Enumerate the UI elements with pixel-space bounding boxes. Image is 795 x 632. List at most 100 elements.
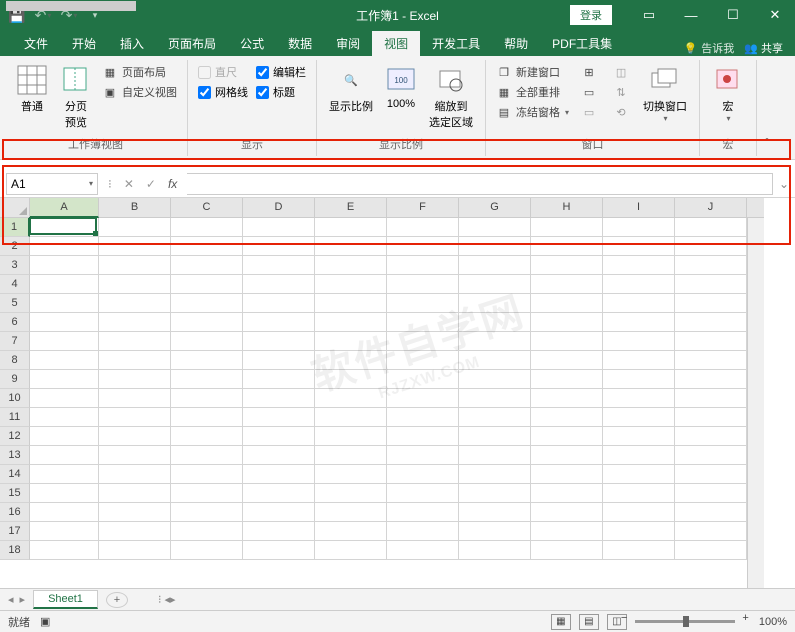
cell[interactable] (387, 294, 459, 313)
cell[interactable] (459, 503, 531, 522)
cell[interactable] (99, 503, 171, 522)
cell[interactable] (603, 332, 675, 351)
cell[interactable] (675, 427, 747, 446)
row-header[interactable]: 2 (0, 237, 30, 256)
cell[interactable] (459, 427, 531, 446)
cell[interactable] (99, 541, 171, 560)
cell[interactable] (30, 408, 99, 427)
col-header[interactable]: H (531, 198, 603, 218)
cell[interactable] (603, 370, 675, 389)
cell[interactable] (30, 294, 99, 313)
cell[interactable] (315, 313, 387, 332)
cell[interactable] (603, 313, 675, 332)
col-header[interactable]: I (603, 198, 675, 218)
cell[interactable] (243, 484, 315, 503)
cell[interactable] (243, 351, 315, 370)
col-header[interactable]: D (243, 198, 315, 218)
cell[interactable] (315, 541, 387, 560)
minimize-icon[interactable]: — (671, 0, 711, 30)
vertical-scrollbar[interactable] (747, 218, 764, 588)
cell[interactable] (603, 351, 675, 370)
tab-page-layout[interactable]: 页面布局 (156, 31, 228, 56)
cell[interactable] (315, 294, 387, 313)
view-page-icon[interactable]: ▤ (579, 614, 599, 630)
cell[interactable] (99, 351, 171, 370)
custom-view-button[interactable]: ▣自定义视图 (98, 82, 181, 102)
split-button[interactable]: ⊞ (577, 62, 601, 82)
cell[interactable] (459, 332, 531, 351)
zoom-selection-button[interactable]: 缩放到 选定区域 (423, 62, 479, 132)
cell[interactable] (243, 256, 315, 275)
cell[interactable] (243, 389, 315, 408)
tab-help[interactable]: 帮助 (492, 31, 540, 56)
cell[interactable] (531, 294, 603, 313)
cell[interactable] (603, 541, 675, 560)
ribbon-display-icon[interactable]: ▭ (629, 0, 669, 30)
name-box[interactable]: A1▾ (6, 173, 98, 195)
cell[interactable] (171, 408, 243, 427)
col-header[interactable]: A (30, 198, 99, 218)
cell[interactable] (99, 313, 171, 332)
col-header[interactable]: C (171, 198, 243, 218)
cell[interactable] (171, 465, 243, 484)
cell[interactable] (171, 294, 243, 313)
login-button[interactable]: 登录 (570, 5, 612, 25)
cell[interactable] (603, 503, 675, 522)
cell[interactable] (30, 484, 99, 503)
zoom-button[interactable]: 🔍显示比例 (323, 62, 379, 116)
cell[interactable] (99, 256, 171, 275)
cell[interactable] (30, 465, 99, 484)
cell[interactable] (243, 313, 315, 332)
cell[interactable] (387, 484, 459, 503)
tab-data[interactable]: 数据 (276, 31, 324, 56)
cell[interactable] (243, 218, 315, 237)
cell[interactable] (675, 256, 747, 275)
cell[interactable] (315, 237, 387, 256)
cell[interactable] (315, 389, 387, 408)
cell[interactable] (171, 313, 243, 332)
cell[interactable] (387, 541, 459, 560)
cell[interactable] (603, 465, 675, 484)
cell[interactable] (387, 465, 459, 484)
cell[interactable] (30, 541, 99, 560)
cell[interactable] (531, 275, 603, 294)
cell[interactable] (30, 218, 99, 237)
cell[interactable] (315, 351, 387, 370)
cell[interactable] (30, 275, 99, 294)
row-header[interactable]: 17 (0, 522, 30, 541)
freeze-panes-button[interactable]: ▤冻结窗格▾ (492, 102, 573, 122)
row-header[interactable]: 14 (0, 465, 30, 484)
normal-view-button[interactable]: 普通 (10, 62, 54, 116)
cell[interactable] (99, 427, 171, 446)
sync-scroll-icon[interactable]: ⇅ (609, 82, 633, 102)
enter-icon[interactable]: ✓ (146, 177, 156, 191)
cell[interactable] (675, 484, 747, 503)
page-layout-button[interactable]: ▦页面布局 (98, 62, 181, 82)
sheet-nav[interactable]: ◂▸ (0, 593, 33, 606)
cell[interactable] (459, 522, 531, 541)
cell[interactable] (531, 427, 603, 446)
row-header[interactable]: 3 (0, 256, 30, 275)
tell-me-search[interactable]: 💡告诉我 (684, 40, 735, 56)
hide-button[interactable]: ▭ (577, 82, 601, 102)
cell[interactable] (531, 332, 603, 351)
cell[interactable] (30, 332, 99, 351)
cell[interactable] (603, 427, 675, 446)
cell[interactable] (99, 484, 171, 503)
row-header[interactable]: 9 (0, 370, 30, 389)
cell[interactable] (531, 313, 603, 332)
cell[interactable] (171, 256, 243, 275)
view-side-icon[interactable]: ◫ (609, 62, 633, 82)
cell[interactable] (603, 237, 675, 256)
tab-view[interactable]: 视图 (372, 31, 420, 56)
cell[interactable] (603, 256, 675, 275)
cell[interactable] (99, 370, 171, 389)
cell[interactable] (675, 275, 747, 294)
formula-bar-checkbox[interactable]: 编辑栏 (252, 62, 310, 82)
row-header[interactable]: 15 (0, 484, 30, 503)
cell[interactable] (459, 275, 531, 294)
cell[interactable] (675, 408, 747, 427)
cell[interactable] (459, 484, 531, 503)
cell[interactable] (171, 541, 243, 560)
cell[interactable] (243, 522, 315, 541)
